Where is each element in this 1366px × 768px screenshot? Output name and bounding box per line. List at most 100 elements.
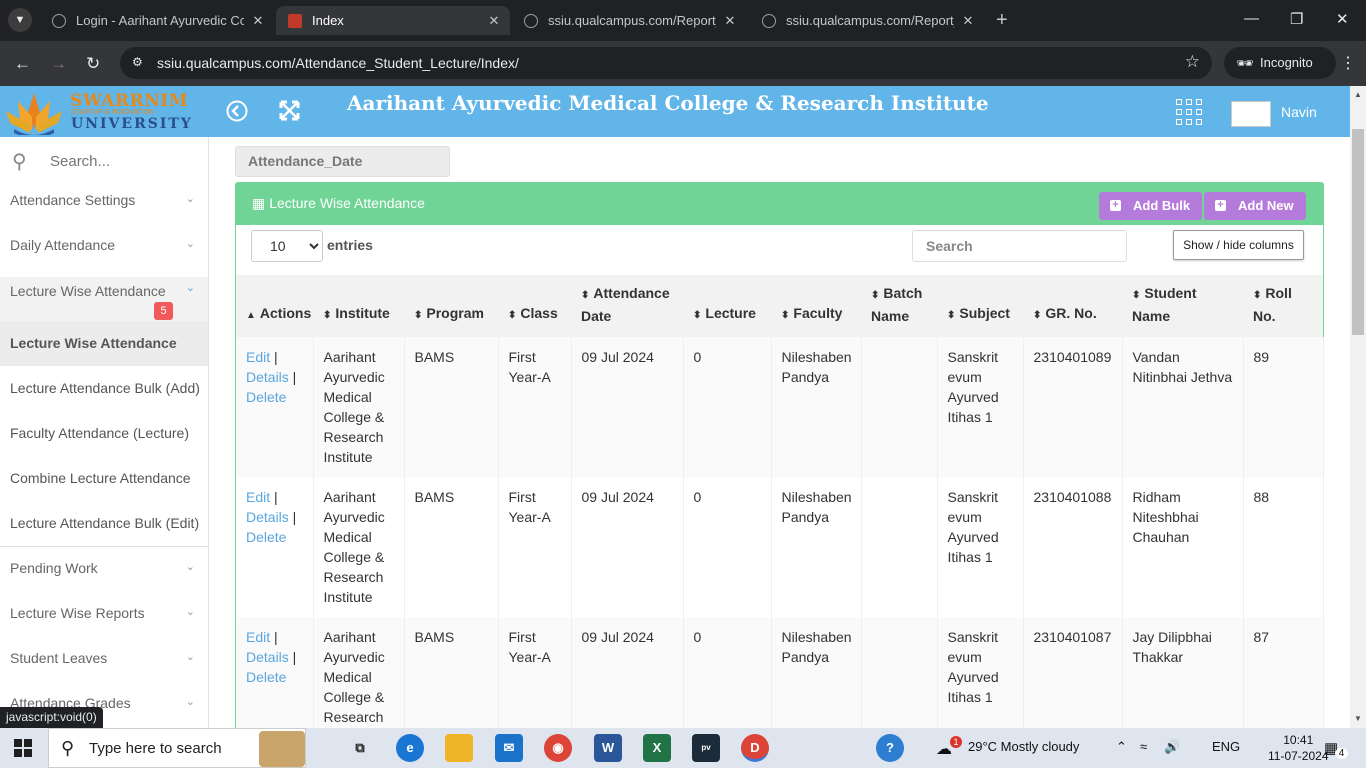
sidebar-subitem-bulk-add[interactable]: Lecture Attendance Bulk (Add) <box>0 366 208 411</box>
details-link[interactable]: Details <box>246 509 289 525</box>
tab-report-2[interactable]: ssiu.qualcampus.com/Report_Vi ✕ <box>750 6 984 35</box>
column-header-actions[interactable]: ▲ Actions <box>236 275 313 337</box>
column-header-batch-name[interactable]: ⬍ Batch Name <box>861 275 937 337</box>
column-header-gr-no[interactable]: ⬍ GR. No. <box>1023 275 1122 337</box>
sidebar-item-pending-work[interactable]: Pending Work ⌄ <box>0 546 208 591</box>
column-header-student-name[interactable]: ⬍ Student Name <box>1122 275 1243 337</box>
chevron-up-icon[interactable]: ⌃ <box>1116 739 1127 755</box>
scroll-down-icon[interactable]: ▼ <box>1354 714 1362 723</box>
add-bulk-button[interactable]: + Add Bulk <box>1099 192 1203 220</box>
tab-login[interactable]: Login - Aarihant Ayurvedic Colle ✕ <box>40 6 274 35</box>
close-icon[interactable]: ✕ <box>486 6 502 35</box>
language-indicator[interactable]: ENG <box>1212 739 1240 754</box>
column-header-lecture[interactable]: ⬍ Lecture <box>683 275 771 337</box>
sidebar: ⚲ Attendance Settings ⌄ Daily Attendance… <box>0 137 209 728</box>
sidebar-subitem-faculty-attendance[interactable]: Faculty Attendance (Lecture) <box>0 411 208 456</box>
scrollbar-thumb[interactable] <box>1352 129 1364 335</box>
sidebar-search-input[interactable] <box>50 153 200 170</box>
close-icon[interactable]: ✕ <box>250 6 266 35</box>
sidebar-item-daily-attendance[interactable]: Daily Attendance ⌄ <box>0 223 208 268</box>
word-icon[interactable]: W <box>594 734 622 762</box>
speaker-icon[interactable]: 🔊 <box>1164 739 1180 755</box>
excel-icon[interactable]: X <box>643 734 671 762</box>
edit-link[interactable]: Edit <box>246 629 270 645</box>
browser-tab-bar: ▼ Login - Aarihant Ayurvedic Colle ✕ Ind… <box>0 0 1366 41</box>
sidebar-subitem-combine-lecture[interactable]: Combine Lecture Attendance <box>0 456 208 501</box>
entries-select[interactable]: 10 <box>251 230 323 262</box>
column-header-faculty[interactable]: ⬍ Faculty <box>771 275 861 337</box>
tab-search-menu-button[interactable]: ▼ <box>8 8 32 32</box>
sidebar-subitem-label: Lecture Wise Attendance <box>10 335 177 351</box>
close-icon[interactable]: ✕ <box>960 6 976 35</box>
column-label: Program <box>426 305 484 321</box>
column-header-subject[interactable]: ⬍ Subject <box>937 275 1023 337</box>
omnibox[interactable]: ⚙ ssiu.qualcampus.com/Attendance_Student… <box>120 47 1212 79</box>
column-label: GR. No. <box>1045 305 1097 321</box>
help-icon[interactable]: ? <box>876 734 904 762</box>
sidebar-item-student-leaves[interactable]: Student Leaves ⌄ <box>0 636 208 681</box>
incognito-indicator[interactable]: 🕶 Incognito <box>1224 47 1336 79</box>
add-new-button[interactable]: + Add New <box>1204 192 1306 220</box>
details-link[interactable]: Details <box>246 649 289 665</box>
delete-link[interactable]: Delete <box>246 529 286 545</box>
sidebar-item-lecture-wise-reports[interactable]: Lecture Wise Reports ⌄ <box>0 591 208 636</box>
delete-link[interactable]: Delete <box>246 389 286 405</box>
avatar[interactable] <box>1231 101 1271 127</box>
show-hide-columns-button[interactable]: Show / hide columns <box>1173 230 1304 260</box>
fullscreen-icon[interactable] <box>279 100 300 121</box>
back-arrow-icon[interactable]: ← <box>14 54 31 74</box>
column-header-class[interactable]: ⬍ Class <box>498 275 571 337</box>
table-search-input[interactable] <box>912 230 1127 262</box>
date-cell: 09 Jul 2024 <box>571 617 684 728</box>
windows-start-icon[interactable] <box>14 739 32 757</box>
minimize-button[interactable]: — <box>1244 10 1259 27</box>
bookmark-star-icon[interactable]: ☆ <box>1185 52 1200 72</box>
chrome-icon[interactable]: ◉ <box>544 734 572 762</box>
restore-button[interactable]: ❐ <box>1290 10 1303 28</box>
file-explorer-icon[interactable] <box>445 734 473 762</box>
page-icon <box>52 14 66 28</box>
attendance-date-field[interactable]: Attendance_Date <box>235 146 450 177</box>
tab-index[interactable]: Index ✕ <box>276 6 510 35</box>
reload-icon[interactable]: ↻ <box>86 54 100 74</box>
sidebar-item-label: Daily Attendance <box>10 237 116 253</box>
university-logo[interactable]: SWARRNIM STARTUP & INNOVATION UNIVERSITY <box>0 86 191 137</box>
column-header-program[interactable]: ⬍ Program <box>404 275 498 337</box>
close-icon[interactable]: ✕ <box>722 6 738 35</box>
page-scrollbar[interactable]: ▲ ▼ <box>1350 86 1366 728</box>
taskbar-search-box[interactable]: ⚲ Type here to search <box>48 728 306 768</box>
column-header-attendance-date[interactable]: ⬍ Attendance Date <box>571 275 683 337</box>
network-icon[interactable]: ≈ <box>1140 739 1147 754</box>
task-view-icon[interactable]: ⧉ <box>346 734 374 762</box>
prime-video-icon[interactable]: pv <box>692 734 720 762</box>
sidebar-subitem-bulk-edit[interactable]: Lecture Attendance Bulk (Edit) <box>0 501 208 546</box>
edge-icon[interactable]: e <box>396 734 424 762</box>
close-window-button[interactable]: ✕ <box>1336 10 1349 28</box>
clock[interactable]: 10:41 11-07-2024 <box>1268 732 1329 764</box>
user-name[interactable]: Navin <box>1281 104 1317 120</box>
mail-icon[interactable]: ✉ <box>495 734 523 762</box>
tab-label: ssiu.qualcampus.com/Report_Vi <box>786 13 954 28</box>
tab-report-1[interactable]: ssiu.qualcampus.com/Report_Vi ✕ <box>512 6 746 35</box>
new-tab-button[interactable]: + <box>996 9 1008 32</box>
edit-link[interactable]: Edit <box>246 489 270 505</box>
column-header-roll-no[interactable]: ⬍ Roll No. <box>1243 275 1323 337</box>
sidebar-item-attendance-settings[interactable]: Attendance Settings ⌄ <box>0 178 208 223</box>
apps-grid-icon[interactable] <box>1176 99 1202 125</box>
details-link[interactable]: Details <box>246 369 289 385</box>
edit-link[interactable]: Edit <box>246 349 270 365</box>
back-circle-icon[interactable] <box>226 100 248 122</box>
chrome-profile-icon[interactable]: D <box>741 734 769 762</box>
delete-link[interactable]: Delete <box>246 669 286 685</box>
batch-cell <box>861 337 938 477</box>
scroll-up-icon[interactable]: ▲ <box>1354 90 1362 99</box>
weather-text[interactable]: 29°C Mostly cloudy <box>968 739 1079 754</box>
column-header-institute[interactable]: ⬍ Institute <box>313 275 404 337</box>
roll-cell: 88 <box>1243 477 1324 617</box>
url-text[interactable]: ssiu.qualcampus.com/Attendance_Student_L… <box>157 55 519 71</box>
sidebar-subitem-lecture-wise-attendance[interactable]: Lecture Wise Attendance <box>0 321 208 366</box>
site-info-icon[interactable]: ⚙ <box>132 55 146 69</box>
forward-arrow-icon[interactable]: → <box>50 54 67 74</box>
sidebar-item-lecture-wise-attendance[interactable]: Lecture Wise Attendance ⌄ <box>0 277 208 321</box>
browser-menu-icon[interactable]: ⋮ <box>1340 53 1356 73</box>
